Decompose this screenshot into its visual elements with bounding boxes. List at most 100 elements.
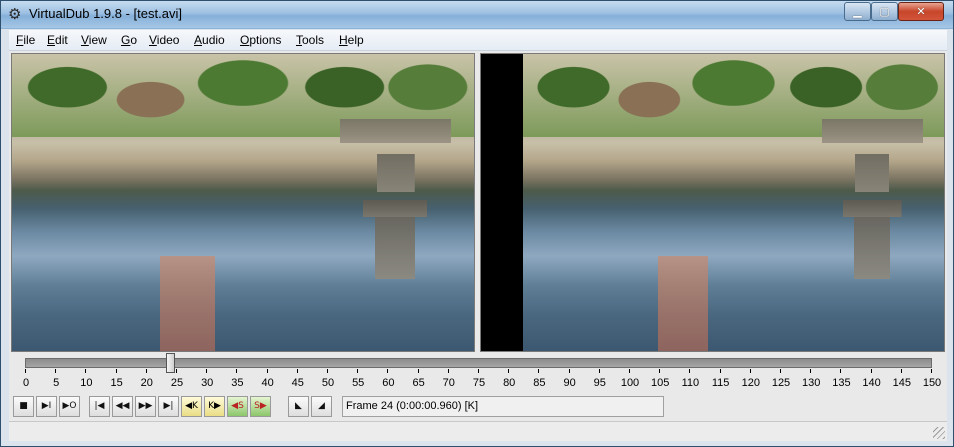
timeline-tick	[810, 369, 812, 373]
timeline-tick	[538, 369, 540, 373]
timeline-tick-label: 40	[261, 377, 274, 389]
menu-edit[interactable]: Edit	[47, 33, 68, 47]
timeline-tick	[145, 369, 147, 373]
timeline-tick-label: 10	[80, 377, 93, 389]
position-slider-track[interactable]	[25, 358, 932, 368]
timeline-tick	[749, 369, 751, 373]
timeline-tick-label: 140	[862, 377, 881, 389]
timeline-tick-label: 80	[503, 377, 516, 389]
timeline-tick	[206, 369, 208, 373]
timeline-tick	[417, 369, 419, 373]
resize-grip[interactable]	[933, 427, 945, 439]
timeline-tick-label: 50	[321, 377, 335, 389]
previous-keyframe-button[interactable]: ◀K	[181, 396, 202, 417]
menu-options[interactable]: Options	[240, 33, 281, 47]
stop-icon: ■	[19, 401, 28, 411]
timeline-tick	[55, 369, 57, 373]
output-video-pane[interactable]	[480, 53, 945, 352]
close-button[interactable]: ✕	[898, 2, 944, 21]
timeline-tick-label: 30	[201, 377, 214, 389]
status-bar	[9, 421, 947, 441]
menu-video[interactable]: Video	[149, 33, 179, 47]
timeline-tick	[629, 369, 630, 373]
timeline-tick	[115, 369, 117, 373]
stone-lantern	[340, 119, 451, 292]
timeline-tick	[25, 369, 26, 373]
timeline-tick-label: 115	[711, 377, 730, 389]
building-reflection	[657, 255, 709, 351]
minimize-icon: ▁	[853, 5, 862, 18]
timeline-tick	[659, 369, 661, 373]
timeline-tick-label: 75	[472, 377, 486, 389]
timeline-tick-label: 125	[771, 377, 791, 389]
output-frame-image	[523, 54, 944, 351]
timeline-tick-label: 65	[412, 377, 425, 389]
maximize-button[interactable]: ▢	[871, 2, 898, 21]
timeline-tick	[236, 369, 238, 373]
previous-frame-button[interactable]: ◀◀	[112, 396, 133, 417]
timeline-tick-label: 145	[892, 377, 911, 389]
timeline-tick-label: 5	[53, 377, 60, 389]
menu-go[interactable]: Go	[121, 33, 137, 47]
play-input-button[interactable]: ▶I	[36, 396, 57, 417]
menu-help[interactable]: Help	[339, 33, 364, 47]
timeline-tick	[266, 369, 268, 373]
next-keyframe-button[interactable]: K▶	[204, 396, 225, 417]
timeline-tick	[176, 369, 177, 373]
next-frame-icon: ▶▶	[138, 401, 153, 411]
timeline-tick-label: 60	[382, 377, 395, 389]
input-frame-image	[12, 54, 474, 351]
timeline-tick	[85, 369, 87, 373]
mark-out-button[interactable]: ◢	[311, 396, 332, 417]
timeline-tick-label: 45	[291, 377, 304, 389]
timeline-tick	[296, 369, 298, 373]
timeline-tick	[478, 369, 479, 373]
next-keyframe-icon: K▶	[208, 401, 221, 411]
timeline-tick-label: 100	[620, 377, 640, 389]
scene-back-icon: ◀S	[231, 401, 244, 411]
play-input-icon: ▶I	[41, 401, 52, 411]
menu-audio[interactable]: Audio	[194, 33, 225, 47]
scene-forward-icon: S▶	[254, 401, 267, 411]
timeline-tick	[840, 369, 842, 373]
timeline-tick	[357, 369, 359, 373]
timeline-tick	[689, 369, 691, 373]
playback-toolbar: Frame 24 (0:00:00.960) [K] ■ ▶I ▶O |◀ ◀◀ ▶▶ ▶|…	[9, 396, 947, 418]
timeline-tick-label: 135	[832, 377, 851, 389]
timeline-tick-label: 0	[22, 377, 30, 389]
stop-button[interactable]: ■	[13, 396, 34, 417]
go-to-start-icon: |◀	[94, 401, 105, 411]
timeline-tick	[387, 369, 389, 373]
app-icon[interactable]: ⚙	[8, 6, 24, 22]
timeline-tick-label: 95	[593, 377, 606, 389]
timeline-tick	[870, 369, 872, 373]
client-area: 0 5 10 15 20 25 30 35 40 45 50 55 60 65 70 75 80 85 90 95 10…	[9, 51, 947, 441]
minimize-button[interactable]: ▁	[844, 2, 871, 21]
menu-view[interactable]: View	[81, 33, 107, 47]
timeline-tick-label: 15	[110, 377, 123, 389]
scene-back-button[interactable]: ◀S	[227, 396, 248, 417]
mark-in-button[interactable]: ◣	[288, 396, 309, 417]
play-output-button[interactable]: ▶O	[59, 396, 80, 417]
menu-file[interactable]: File	[16, 33, 35, 47]
timeline-tick	[719, 369, 721, 373]
timeline-tick	[508, 369, 510, 373]
timeline-tick	[327, 369, 328, 373]
mark-out-icon: ◢	[318, 401, 325, 411]
previous-frame-icon: ◀◀	[115, 401, 130, 411]
previous-keyframe-icon: ◀K	[185, 401, 198, 411]
scene-forward-button[interactable]: S▶	[250, 396, 271, 417]
input-video-pane[interactable]	[11, 53, 475, 352]
timeline-tick	[447, 369, 449, 373]
window-title: VirtualDub 1.9.8 - [test.avi]	[29, 6, 182, 21]
go-to-end-button[interactable]: ▶|	[158, 396, 179, 417]
go-to-start-button[interactable]: |◀	[89, 396, 110, 417]
timeline-tick-label: 25	[170, 377, 184, 389]
timeline-ticks: 0 5 10 15 20 25 30 35 40 45 50 55 60 65 70 75 80 85 90 95 10…	[9, 369, 947, 393]
title-bar[interactable]: ⚙ VirtualDub 1.9.8 - [test.avi] ▁ ▢ ✕	[1, 1, 953, 28]
timeline-tick-label: 85	[533, 377, 546, 389]
menu-tools[interactable]: Tools	[296, 33, 324, 47]
timeline-tick-label: 150	[922, 377, 942, 389]
next-frame-button[interactable]: ▶▶	[135, 396, 156, 417]
mark-in-icon: ◣	[295, 401, 302, 411]
